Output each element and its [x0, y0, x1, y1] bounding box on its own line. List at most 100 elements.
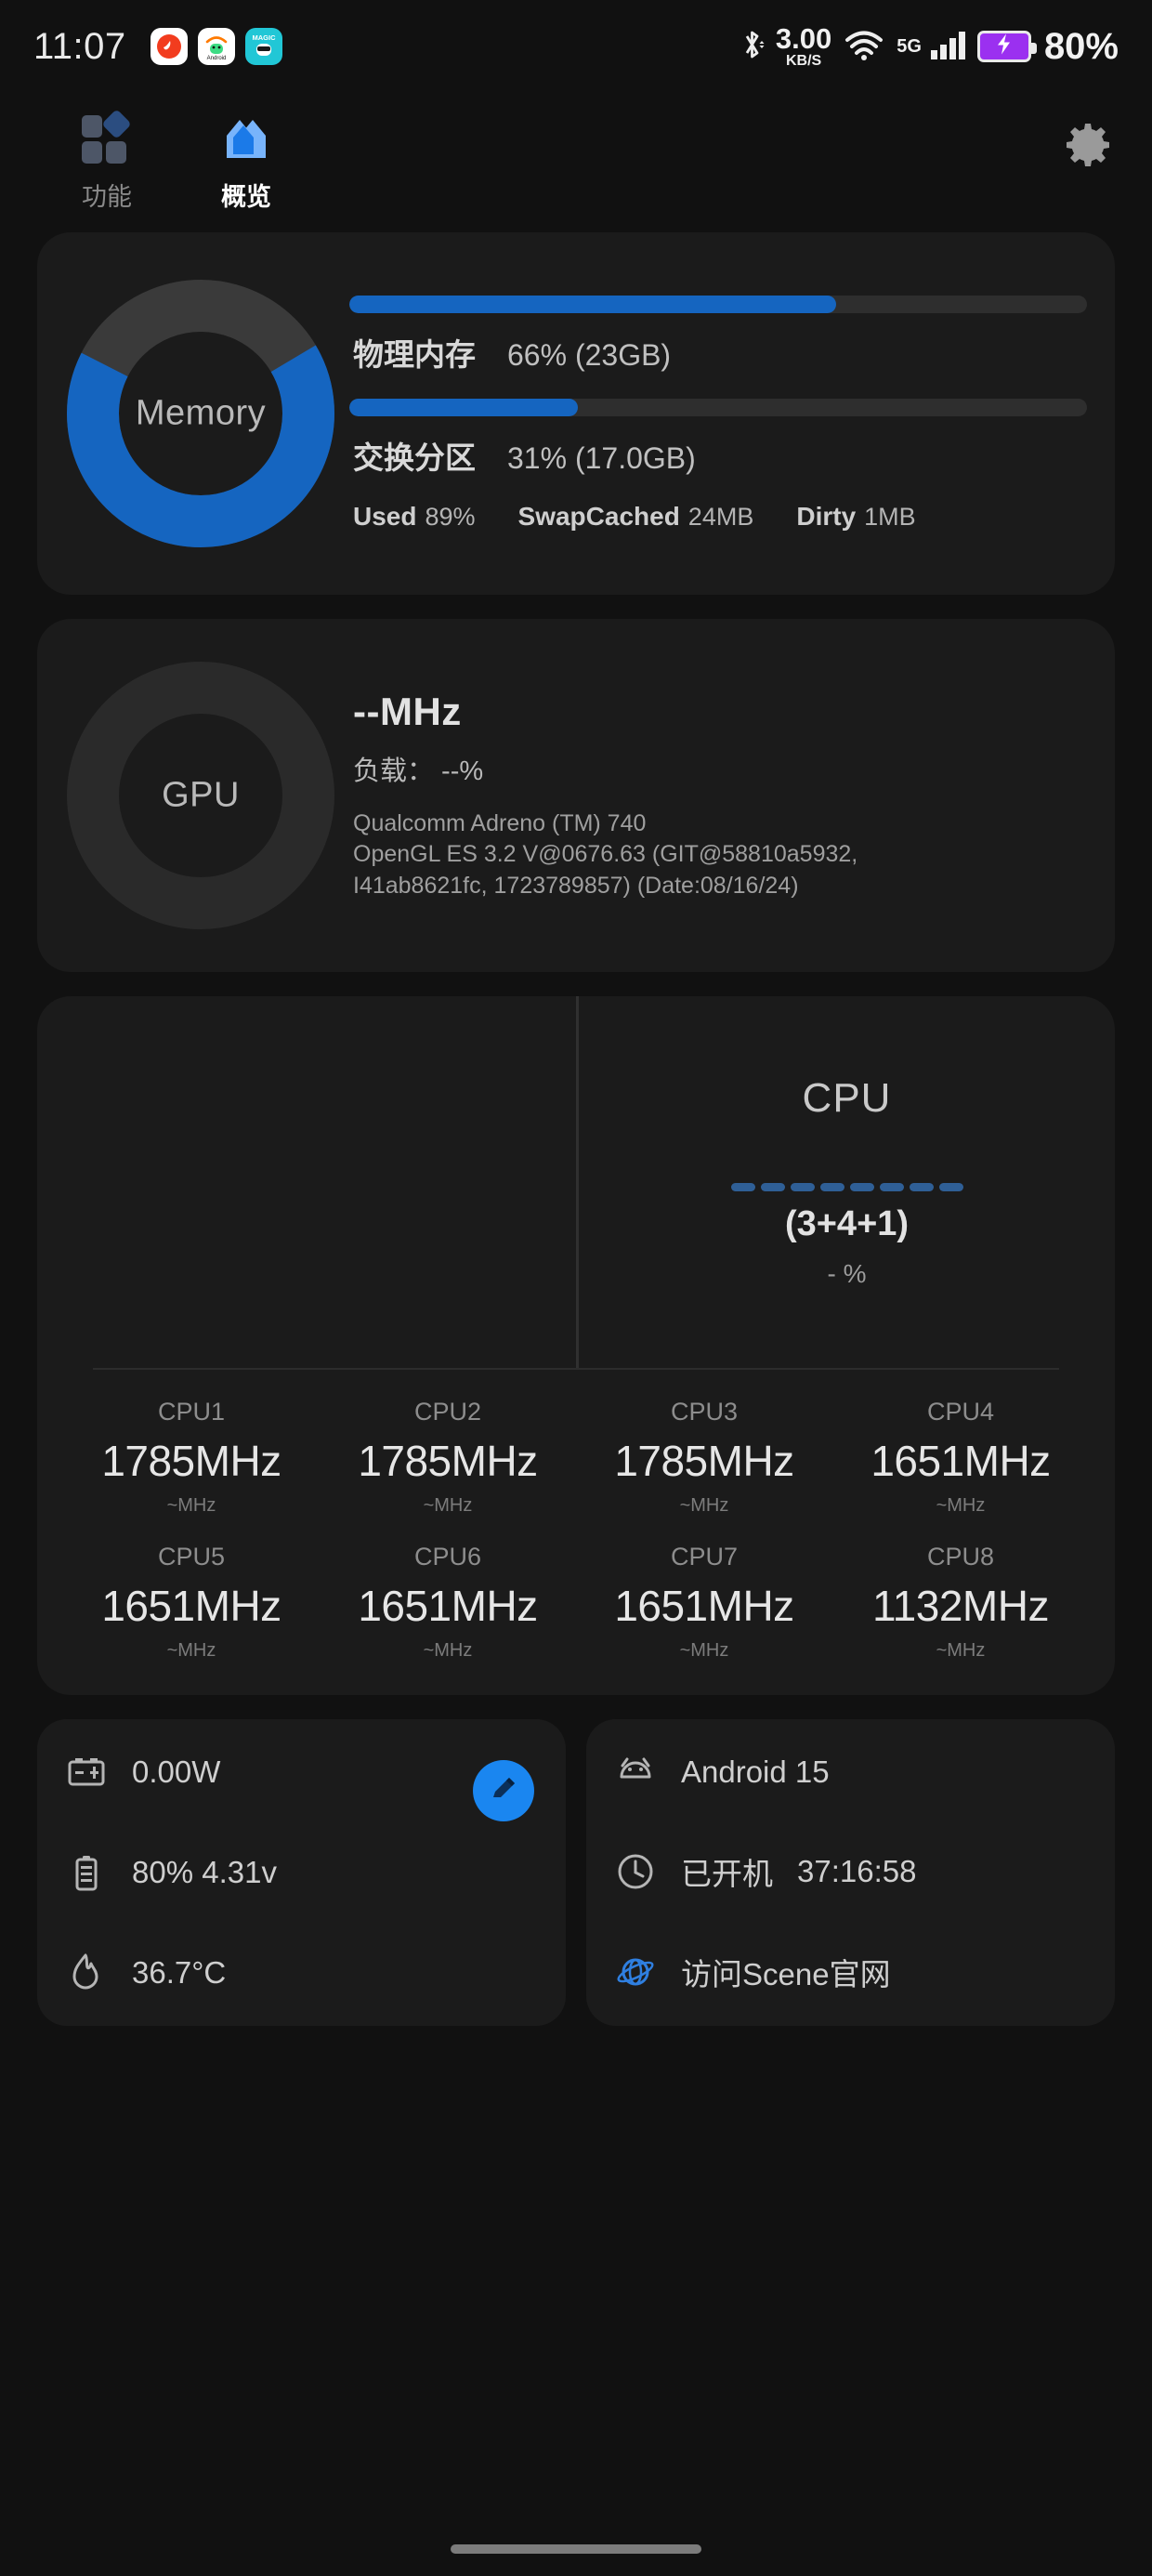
memory-ring-chart: Memory	[65, 278, 336, 549]
cpu-core-name: CPU6	[413, 1543, 482, 1571]
cpu-core-sub: ~MHz	[166, 1495, 216, 1516]
grid-diamond-icon	[78, 110, 136, 167]
cpu-card[interactable]: CPU (3+4+1) - % CPU1 1785MHz ~MHz CPU2 1…	[37, 996, 1115, 1695]
gear-icon[interactable]	[1063, 119, 1115, 176]
cpu-core-sub: ~MHz	[679, 1640, 729, 1661]
gpu-frequency: --MHz	[353, 690, 462, 734]
cpu-core[interactable]: CPU4 1651MHz ~MHz	[832, 1398, 1089, 1517]
gpu-desc-line-3: I41ab8621fc, 1723789857) (Date:08/16/24)	[353, 872, 799, 899]
tab-overview[interactable]: 概览	[177, 110, 316, 213]
cpu-core-name: CPU4	[926, 1398, 995, 1426]
cpu-dash	[938, 1183, 963, 1191]
power-meter-icon	[65, 1751, 108, 1794]
stat-dirty: Dirty 1MB	[796, 502, 915, 532]
edit-button[interactable]	[473, 1760, 534, 1821]
cpu-dash	[849, 1183, 874, 1191]
tab-overview-label: 概览	[221, 183, 271, 211]
cpu-core-name: CPU3	[670, 1398, 739, 1426]
cpu-core[interactable]: CPU6 1651MHz ~MHz	[320, 1543, 576, 1662]
battery-level-row: 80% 4.31v	[65, 1851, 538, 1894]
swap-bar-fill	[349, 399, 579, 416]
gpu-ring-chart: GPU	[65, 660, 336, 931]
system-card[interactable]: Android 15 已开机 37:16:58 访问Scene官网	[586, 1719, 1115, 2026]
website-row[interactable]: 访问Scene官网	[614, 1950, 1087, 1994]
uptime-label: 已开机	[681, 1857, 773, 1891]
gpu-card[interactable]: GPU --MHz 负载： --% Qualcomm Adreno (TM) 7…	[37, 619, 1115, 972]
pencil-icon	[488, 1773, 519, 1809]
stat-used-key: Used	[353, 502, 417, 531]
swap-bar	[349, 399, 1087, 416]
cpu-core-sub: ~MHz	[166, 1640, 216, 1661]
os-row: Android 15	[614, 1751, 1087, 1794]
gpu-load: 负载： --%	[353, 756, 484, 787]
memory-details: 物理内存 66% (23GB) 交换分区 31% (17.0GB) Used 89…	[336, 296, 1087, 532]
gpu-desc-line-1: Qualcomm Adreno (TM) 740	[353, 810, 647, 837]
memory-ring-label: Memory	[135, 393, 267, 433]
network-speed-indicator: 3.00 KB/S	[776, 24, 831, 69]
cpu-core[interactable]: CPU7 1651MHz ~MHz	[576, 1543, 832, 1662]
os-value: Android 15	[681, 1755, 830, 1789]
home-indicator[interactable]	[451, 2544, 701, 2554]
bottom-cards-row: 0.00W 80% 4.31v 36.7°C Android 15 已开机 37…	[37, 1719, 1115, 2026]
cpu-core-sub: ~MHz	[936, 1640, 986, 1661]
cpu-core-name: CPU8	[926, 1543, 995, 1571]
cpu-core-frequency: 1651MHz	[871, 1437, 1051, 1485]
cpu-core-frequency: 1651MHz	[358, 1582, 538, 1630]
cpu-dash	[909, 1183, 934, 1191]
cpu-core[interactable]: CPU5 1651MHz ~MHz	[63, 1543, 320, 1662]
physical-memory-bar	[349, 296, 1087, 313]
uptime-value: 37:16:58	[797, 1854, 917, 1888]
cpu-core-sub: ~MHz	[423, 1640, 473, 1661]
physical-memory-label: 物理内存	[353, 337, 476, 372]
cpu-core-sub: ~MHz	[679, 1495, 729, 1516]
network-speed-unit: KB/S	[785, 53, 822, 69]
tab-functions-label: 功能	[82, 183, 132, 211]
status-bar-indicators: 3.00 KB/S 5G 80%	[740, 24, 1119, 69]
uptime-row: 已开机 37:16:58	[614, 1849, 1087, 1894]
stat-used-value: 89%	[425, 503, 476, 531]
stat-dirty-key: Dirty	[796, 502, 857, 531]
network-speed-value: 3.00	[775, 22, 832, 55]
swap-row: 交换分区 31% (17.0GB)	[353, 433, 1087, 478]
battery-level-icon	[65, 1851, 108, 1894]
power-card[interactable]: 0.00W 80% 4.31v 36.7°C	[37, 1719, 566, 2026]
memory-card[interactable]: Memory 物理内存 66% (23GB) 交换分区 31% (17.0GB)…	[37, 232, 1115, 595]
tab-functions[interactable]: 功能	[37, 110, 177, 213]
cpu-title: CPU	[802, 1075, 892, 1121]
gpu-description: Qualcomm Adreno (TM) 740 OpenGL ES 3.2 V…	[353, 808, 1087, 901]
notification-app-icon-2: Android	[197, 28, 235, 65]
temperature-value: 36.7°C	[132, 1955, 227, 1990]
status-bar-notification-icons: Android MAGIC	[150, 28, 282, 65]
stat-swapcached-value: 24MB	[687, 503, 754, 531]
status-bar: 11:07 Android MAGIC 3.00 KB/S 5G 80%	[0, 0, 1152, 93]
cpu-dash	[879, 1183, 904, 1191]
battery-level-value: 80% 4.31v	[132, 1855, 277, 1889]
stat-used: Used 89%	[353, 502, 476, 532]
app-screen: 11:07 Android MAGIC 3.00 KB/S 5G 80% 功能 …	[0, 0, 1152, 2576]
signal-icon	[929, 28, 966, 66]
stat-swapcached: SwapCached 24MB	[518, 502, 754, 532]
cpu-dash	[760, 1183, 785, 1191]
cpu-core-name: CPU7	[670, 1543, 739, 1571]
cpu-core-sub: ~MHz	[936, 1495, 986, 1516]
stat-swapcached-key: SwapCached	[517, 502, 680, 531]
physical-memory-row: 物理内存 66% (23GB)	[353, 330, 1087, 375]
cpu-core-frequency: 1785MHz	[358, 1437, 538, 1485]
power-wattage-value: 0.00W	[132, 1755, 221, 1789]
status-bar-clock: 11:07	[33, 25, 126, 67]
mobile-network-label: 5G	[897, 35, 922, 57]
cpu-core[interactable]: CPU2 1785MHz ~MHz	[320, 1398, 576, 1517]
cpu-core-name: CPU2	[413, 1398, 482, 1426]
cpu-core-sub: ~MHz	[423, 1495, 473, 1516]
cpu-dash	[790, 1183, 815, 1191]
cpu-divider	[93, 1368, 1059, 1370]
swap-value: 31% (17.0GB)	[507, 441, 696, 475]
cpu-core[interactable]: CPU8 1132MHz ~MHz	[832, 1543, 1089, 1662]
cpu-core-frequency: 1132MHz	[872, 1582, 1049, 1630]
cpu-dash	[730, 1183, 755, 1191]
cpu-core[interactable]: CPU3 1785MHz ~MHz	[576, 1398, 832, 1517]
website-link[interactable]: 访问Scene官网	[681, 1950, 891, 1994]
svg-text:Android: Android	[206, 56, 226, 61]
cpu-core[interactable]: CPU1 1785MHz ~MHz	[63, 1398, 320, 1517]
battery-charging-icon	[976, 31, 1037, 62]
